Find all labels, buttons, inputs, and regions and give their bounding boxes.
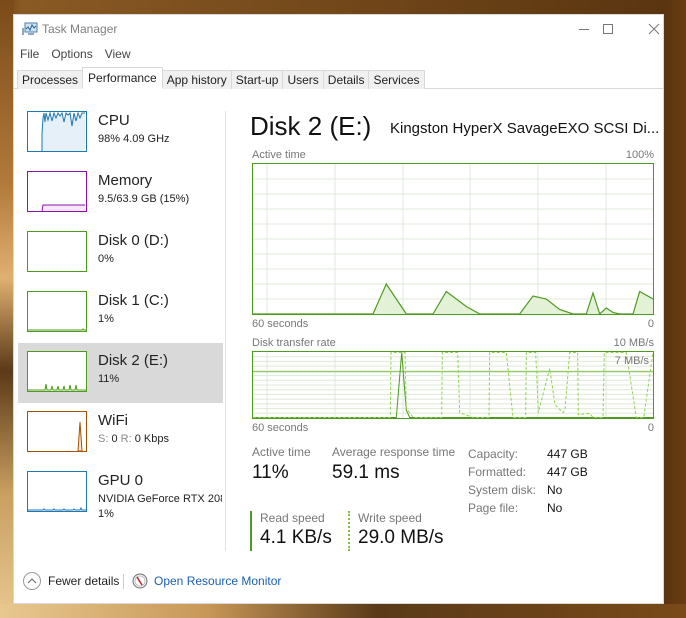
write-speed-legend-line: [348, 511, 350, 551]
sidebar-cpu-title: CPU: [98, 112, 130, 129]
desktop-background-bottom: [0, 604, 686, 618]
system-disk-label: System disk:: [468, 483, 537, 497]
transfer-rate-graph: 7 MB/s: [252, 351, 654, 419]
tab-services[interactable]: Services: [368, 70, 425, 89]
tab-processes[interactable]: Processes: [17, 70, 84, 89]
sidebar-memory-usage: 9.5/63.9 GB (15%): [98, 193, 190, 205]
sidebar-item-gpu-0[interactable]: GPU 0 NVIDIA GeForce RTX 208 1%: [18, 463, 223, 523]
tab-users[interactable]: Users: [282, 70, 324, 89]
device-model: Kingston HyperX SavageEXO SCSI Di...: [390, 120, 660, 137]
disk-2-thumbnail-graph: [27, 351, 87, 392]
footer-separator: [123, 574, 124, 589]
task-manager-window: Task Manager File Options View Processes…: [13, 14, 664, 604]
page-file-value: No: [547, 501, 563, 515]
write-speed-label: Write speed: [358, 511, 422, 525]
read-speed-label: Read speed: [260, 511, 325, 525]
sidebar-item-memory[interactable]: Memory 9.5/63.9 GB (15%): [18, 163, 223, 223]
tab-performance[interactable]: Performance: [82, 67, 163, 89]
active-time-graph-x-left: 60 seconds: [252, 318, 309, 330]
active-time-graph-max: 100%: [625, 149, 654, 161]
transfer-rate-ref-label: 7 MB/s: [614, 355, 649, 367]
chevron-up-icon: [27, 578, 37, 584]
active-time-graph-label: Active time: [252, 149, 306, 161]
sidebar-item-disk-2[interactable]: Disk 2 (E:) 11%: [18, 343, 223, 403]
resource-sidebar: CPU 98% 4.09 GHz Memory 9.5/63.9 GB (15%…: [18, 103, 223, 523]
formatted-label: Formatted:: [468, 465, 527, 479]
tab-app-history[interactable]: App history: [161, 70, 232, 89]
avg-response-label: Average response time: [332, 445, 456, 459]
formatted-value: 447 GB: [547, 465, 588, 479]
desktop-background-left: [0, 0, 14, 618]
transfer-rate-graph-x-left: 60 seconds: [252, 422, 309, 434]
wifi-recv-value: 0 Kbps: [134, 433, 169, 445]
sidebar-disk-1-usage: 1%: [98, 313, 114, 325]
sidebar-disk-0-title: Disk 0 (D:): [98, 232, 169, 249]
menu-file[interactable]: File: [14, 45, 45, 63]
cpu-thumbnail-graph: [27, 111, 87, 152]
wifi-thumbnail-graph: [27, 411, 87, 452]
title-bar[interactable]: Task Manager: [14, 15, 663, 43]
active-time-graph-x-right: 0: [647, 318, 654, 330]
maximize-icon: [603, 24, 613, 34]
fewer-details-button[interactable]: [23, 572, 41, 590]
sidebar-gpu-0-usage: 1%: [98, 508, 114, 520]
fewer-details-link[interactable]: Fewer details: [48, 574, 119, 588]
close-icon: [648, 23, 660, 35]
tab-details[interactable]: Details: [322, 70, 370, 89]
sidebar-wifi-title: WiFi: [98, 412, 128, 429]
disk-1-thumbnail-graph: [27, 291, 87, 332]
menu-options[interactable]: Options: [45, 45, 98, 63]
memory-thumbnail-graph: [27, 171, 87, 212]
active-time-stat-value: 11%: [252, 462, 289, 483]
active-time-chart: [253, 164, 653, 314]
sidebar-item-wifi[interactable]: WiFi S: 0 R: 0 Kbps: [18, 403, 223, 463]
active-time-graph: [252, 163, 654, 315]
device-title: Disk 2 (E:): [250, 111, 372, 141]
read-speed-legend-line: [250, 511, 252, 551]
wifi-recv-label: R:: [120, 433, 132, 445]
sidebar-disk-2-title: Disk 2 (E:): [98, 352, 169, 369]
wifi-send-label: S:: [98, 433, 109, 445]
active-time-stat-label: Active time: [252, 445, 311, 459]
sidebar-item-cpu[interactable]: CPU 98% 4.09 GHz: [18, 103, 223, 163]
sidebar-wifi-throughput: S: 0 R: 0 Kbps: [98, 433, 169, 445]
transfer-rate-graph-x-right: 0: [647, 422, 654, 434]
sidebar-disk-1-title: Disk 1 (C:): [98, 292, 169, 309]
page-file-label: Page file:: [468, 501, 519, 515]
window-title: Task Manager: [42, 22, 118, 36]
tab-start-up[interactable]: Start-up: [230, 70, 284, 89]
close-button[interactable]: [631, 15, 677, 43]
write-speed-value: 29.0 MB/s: [358, 527, 444, 548]
open-resource-monitor-link[interactable]: Open Resource Monitor: [154, 574, 281, 588]
maximize-button[interactable]: [585, 15, 631, 43]
sidebar-divider: [225, 111, 226, 551]
sidebar-item-disk-1[interactable]: Disk 1 (C:) 1%: [18, 283, 223, 343]
avg-response-value: 59.1 ms: [332, 462, 400, 483]
system-disk-value: No: [547, 483, 563, 497]
capacity-value: 447 GB: [547, 447, 588, 461]
sidebar-memory-title: Memory: [98, 172, 153, 189]
sidebar-disk-2-usage: 11%: [98, 373, 120, 385]
menu-bar: File Options View: [14, 45, 137, 63]
task-manager-app-icon: [22, 22, 38, 36]
sidebar-gpu-0-title: GPU 0: [98, 472, 144, 489]
footer-bar: Fewer details Open Resource Monitor: [14, 571, 663, 593]
capacity-label: Capacity:: [468, 447, 519, 461]
wifi-send-value: 0: [111, 433, 118, 445]
sidebar-item-disk-0[interactable]: Disk 0 (D:) 0%: [18, 223, 223, 283]
transfer-rate-chart: [253, 352, 653, 418]
menu-view[interactable]: View: [99, 45, 137, 63]
read-speed-value: 4.1 KB/s: [260, 527, 332, 548]
transfer-rate-graph-max: 10 MB/s: [613, 337, 654, 349]
resource-monitor-icon[interactable]: [132, 573, 148, 589]
sidebar-disk-0-usage: 0%: [98, 253, 114, 265]
gpu-0-thumbnail-graph: [27, 471, 87, 512]
sidebar-cpu-usage: 98% 4.09 GHz: [98, 133, 170, 145]
disk-0-thumbnail-graph: [27, 231, 87, 272]
transfer-rate-graph-label: Disk transfer rate: [252, 337, 336, 349]
tab-strip: Processes Performance App history Start-…: [17, 67, 425, 89]
sidebar-gpu-0-model: NVIDIA GeForce RTX 208: [98, 493, 222, 505]
